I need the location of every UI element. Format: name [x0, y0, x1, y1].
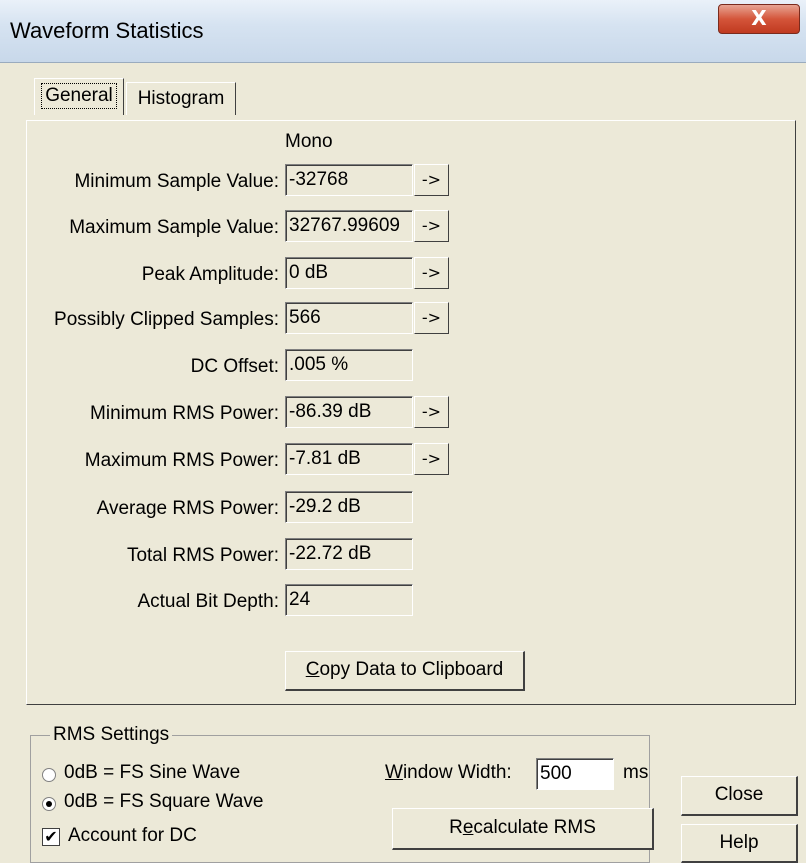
stat-label: Total RMS Power: [126, 545, 279, 566]
stat-label: Minimum RMS Power: [90, 403, 279, 424]
tab-histogram[interactable]: Histogram [126, 82, 236, 115]
copy-button-label: opy Data to Clipboard [319, 659, 504, 680]
go-to-location-button[interactable]: -> [414, 164, 449, 196]
waveform-statistics-window: Waveform Statistics X General Histogram … [0, 0, 806, 863]
go-to-location-button[interactable]: -> [414, 302, 449, 334]
stat-value-field: -7.81 dB [285, 443, 413, 475]
stat-value-field: -22.72 dB [285, 538, 413, 570]
window-width-unit: ms [623, 762, 649, 783]
go-to-location-button[interactable]: -> [414, 210, 449, 242]
stat-label: Possibly Clipped Samples: [54, 309, 279, 330]
stat-value-field: -86.39 dB [285, 396, 413, 428]
stat-label: Minimum Sample Value: [74, 171, 279, 192]
tab-histogram-label: Histogram [137, 88, 225, 109]
stat-value-field: 32767.99609 [285, 210, 413, 242]
go-to-location-button[interactable]: -> [414, 443, 449, 475]
stat-label: Peak Amplitude: [141, 264, 279, 285]
stat-value-field: 0 dB [285, 257, 413, 289]
stat-label: DC Offset: [190, 356, 279, 377]
square-wave-label: 0dB = FS Square Wave [64, 791, 264, 812]
copy-button-mnemonic: C [305, 659, 320, 680]
tab-general[interactable]: General [34, 78, 124, 115]
stat-label: Average RMS Power: [96, 498, 279, 519]
title-bar[interactable]: Waveform Statistics X [0, 0, 806, 63]
stat-label: Maximum RMS Power: [84, 450, 279, 471]
stat-value-field: 566 [285, 302, 413, 334]
stat-value-field: -29.2 dB [285, 491, 413, 523]
stat-value-field: .005 % [285, 349, 413, 381]
account-for-dc-checkbox[interactable]: ✔ [42, 828, 60, 846]
title-close-button[interactable]: X [718, 4, 800, 34]
account-for-dc-label: Account for DC [68, 825, 197, 846]
sine-wave-radio[interactable] [42, 768, 56, 782]
recalculate-rms-button[interactable]: Recalculate RMS [392, 808, 654, 850]
copy-data-to-clipboard-button[interactable]: Copy Data to Clipboard [285, 651, 525, 691]
window-title: Waveform Statistics [10, 18, 204, 43]
close-icon: X [751, 6, 767, 30]
tab-general-label: General [41, 83, 117, 109]
stat-label: Maximum Sample Value: [69, 217, 279, 238]
help-button[interactable]: Help [681, 824, 798, 863]
square-wave-radio[interactable] [42, 797, 56, 811]
sine-wave-label: 0dB = FS Sine Wave [64, 762, 241, 783]
stat-value-field: -32768 [285, 164, 413, 196]
window-width-label: Window Width: [385, 762, 512, 783]
rms-settings-title: RMS Settings [50, 724, 173, 746]
checkmark-icon: ✔ [44, 827, 58, 846]
channel-header: Mono [285, 131, 333, 152]
stat-value-field: 24 [285, 584, 413, 616]
stat-label: Actual Bit Depth: [137, 591, 279, 612]
window-width-input[interactable]: 500 [536, 758, 614, 790]
go-to-location-button[interactable]: -> [414, 257, 449, 289]
go-to-location-button[interactable]: -> [414, 396, 449, 428]
close-button[interactable]: Close [681, 776, 798, 816]
